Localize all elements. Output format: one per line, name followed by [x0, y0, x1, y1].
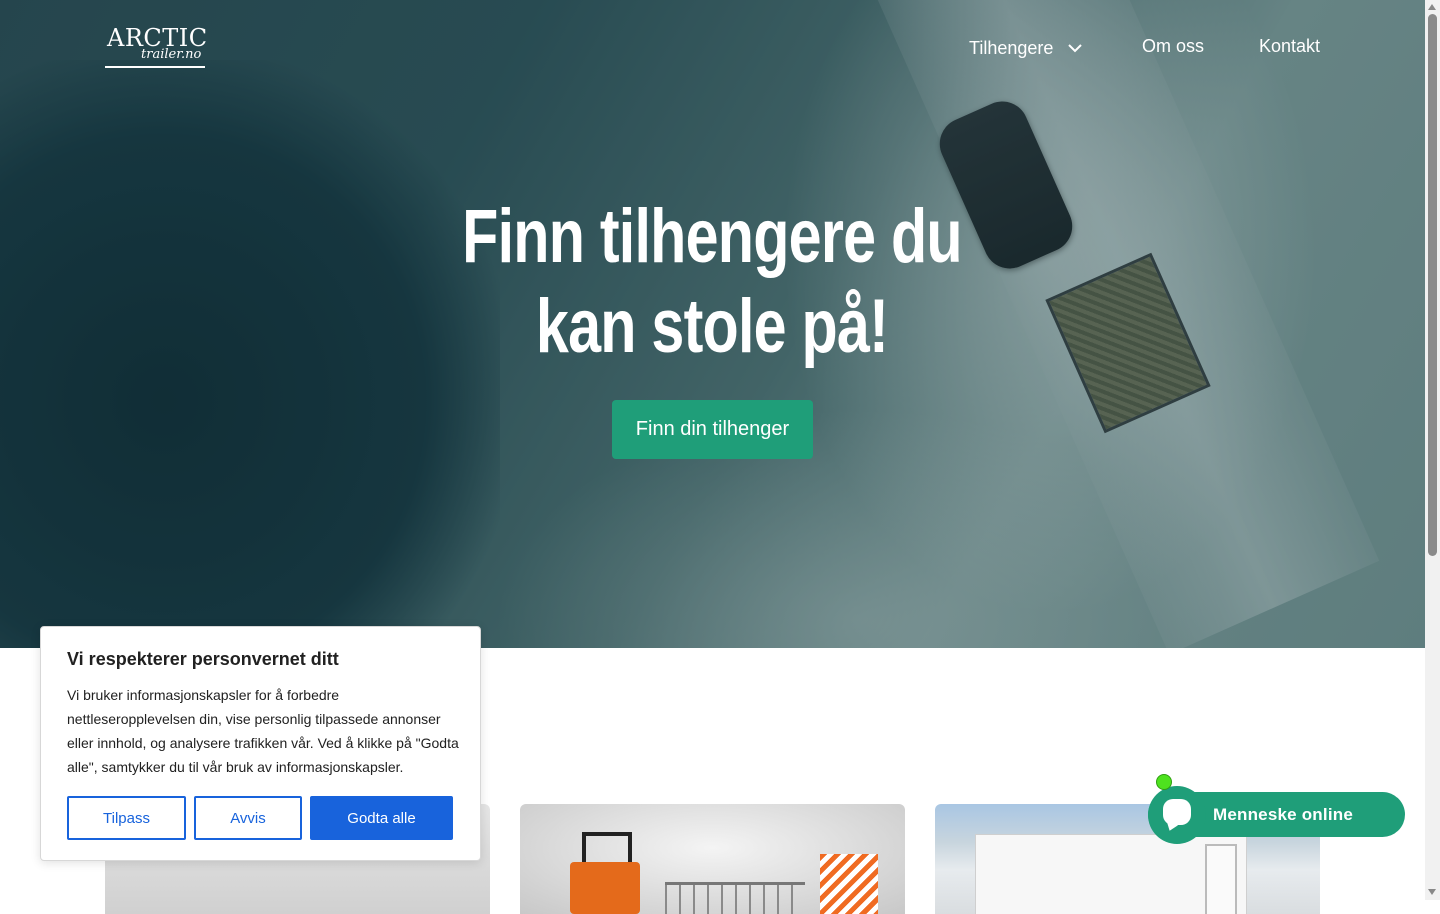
site-logo[interactable]: ARCTIC trailer.no: [105, 24, 215, 72]
cargo-trailer-door: [1205, 844, 1237, 914]
cookie-accept-all-button[interactable]: Godta alle: [310, 796, 453, 840]
nav-item-label: Tilhengere: [969, 37, 1054, 58]
roller-image: [560, 822, 650, 914]
logo-swoosh: [105, 60, 205, 68]
hero-title-line-1: Finn tilhengere du: [462, 194, 962, 279]
find-trailer-button[interactable]: Finn din tilhenger: [612, 400, 813, 459]
cookie-consent-banner: Vi respekterer personvernet ditt Vi bruk…: [40, 626, 481, 861]
product-card[interactable]: [520, 804, 905, 914]
chevron-down-icon: [1068, 44, 1083, 53]
cookie-reject-button[interactable]: Avvis: [194, 796, 302, 840]
cookie-customize-button[interactable]: Tilpass: [67, 796, 186, 840]
cookie-banner-title: Vi respekterer personvernet ditt: [67, 649, 339, 669]
flatbed-trailer-image: [665, 882, 805, 914]
scroll-down-arrow-icon[interactable]: [1428, 889, 1436, 895]
scrollbar-thumb[interactable]: [1428, 14, 1437, 556]
online-status-dot: [1156, 774, 1172, 790]
chat-widget-label: Menneske online: [1213, 805, 1353, 824]
chat-icon-container: [1148, 774, 1206, 844]
nav-item-om-oss[interactable]: Om oss: [1142, 36, 1204, 60]
page-scrollbar[interactable]: [1425, 0, 1440, 900]
chat-bubble-icon: [1163, 799, 1191, 825]
hero-title-line-2: kan stole på!: [535, 284, 889, 369]
nav-item-tilhengere[interactable]: Tilhengere: [969, 36, 1083, 60]
nav-item-kontakt[interactable]: Kontakt: [1259, 36, 1320, 60]
scroll-up-arrow-icon[interactable]: [1428, 4, 1436, 10]
hero-section: ARCTIC trailer.no Tilhengere Om oss Kont…: [0, 0, 1425, 648]
cookie-banner-text: Vi bruker informasjonskapsler for å forb…: [67, 687, 459, 775]
chat-widget-button[interactable]: Menneske online: [1148, 774, 1405, 844]
hero-title: Finn tilhengere du kan stole på!: [400, 192, 1024, 372]
scissor-lift-image: [820, 854, 878, 914]
